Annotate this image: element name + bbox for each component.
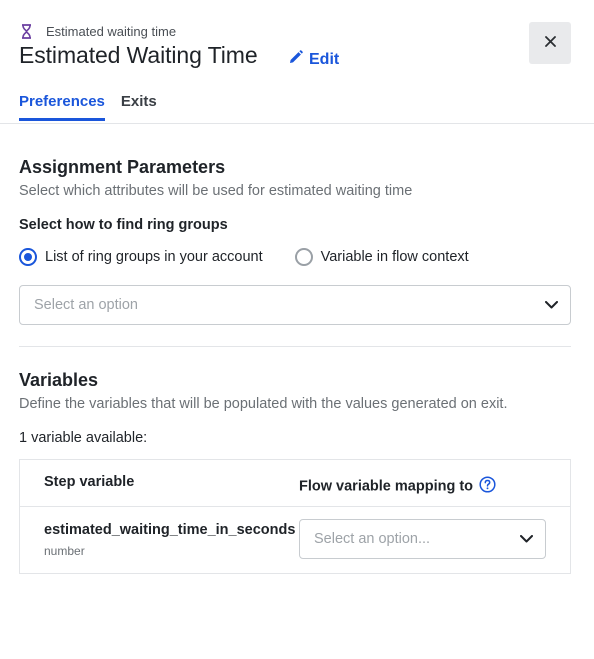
variables-subtitle: Define the variables that will be popula… (19, 396, 508, 412)
radio-label: Variable in flow context (320, 249, 469, 265)
variable-type: number (44, 544, 85, 558)
radio-unchecked-icon (294, 248, 313, 266)
edit-button[interactable]: Edit (289, 50, 339, 69)
ring-group-source-radio-group: List of ring groups in your account Vari… (19, 248, 469, 266)
close-button[interactable] (529, 22, 571, 64)
chevron-down-icon (520, 530, 533, 548)
column-header-step-variable: Step variable (44, 474, 135, 490)
radio-list-of-ring-groups[interactable]: List of ring groups in your account (19, 248, 263, 266)
panel-header: Estimated waiting time Estimated Waiting… (0, 0, 594, 124)
select-placeholder: Select an option... (314, 531, 431, 547)
section-divider (19, 346, 571, 347)
column-header-label: Flow variable mapping to (299, 478, 474, 495)
variable-name: estimated_waiting_time_in_seconds (44, 522, 296, 538)
assignment-parameters-subtitle: Select which attributes will be used for… (19, 183, 413, 199)
variables-count: 1 variable available: (19, 430, 148, 446)
help-icon[interactable] (479, 476, 496, 497)
assignment-parameters-title: Assignment Parameters (19, 157, 226, 177)
breadcrumb-label: Estimated waiting time (46, 24, 177, 39)
pencil-icon (289, 50, 303, 69)
table-header-row: Step variable Flow variable mapping to (20, 460, 570, 507)
find-ring-groups-label: Select how to find ring groups (19, 217, 228, 233)
radio-checked-icon (19, 248, 37, 266)
radio-variable-in-flow-context[interactable]: Variable in flow context (294, 248, 469, 266)
hourglass-icon (21, 24, 32, 39)
tab-preferences[interactable]: Preferences (19, 93, 105, 121)
variables-table: Step variable Flow variable mapping to e… (19, 459, 571, 574)
radio-label: List of ring groups in your account (45, 249, 263, 265)
tab-bar: Preferences Exits (19, 93, 157, 121)
edit-label: Edit (309, 50, 340, 68)
page-title: Estimated Waiting Time (19, 42, 258, 68)
column-header-flow-variable-mapping: Flow variable mapping to (299, 476, 496, 497)
variables-title: Variables (19, 370, 99, 390)
tab-exits[interactable]: Exits (121, 93, 157, 121)
close-icon (544, 34, 556, 52)
chevron-down-icon (545, 296, 558, 314)
select-placeholder: Select an option (34, 297, 138, 313)
ring-group-select[interactable]: Select an option (19, 285, 571, 325)
breadcrumb: Estimated waiting time (21, 24, 176, 39)
flow-variable-mapping-select[interactable]: Select an option... (299, 519, 546, 559)
